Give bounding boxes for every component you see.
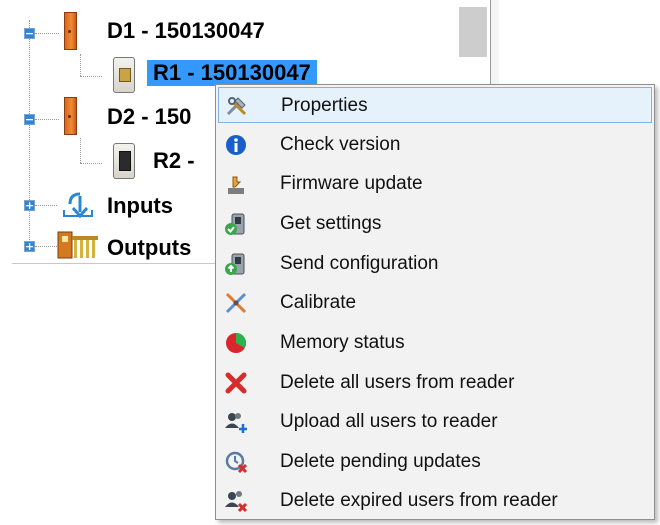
menu-item-label: Calibrate bbox=[280, 292, 357, 313]
tree-connector bbox=[35, 119, 59, 120]
menu-item-firmware-update[interactable]: Firmware update bbox=[218, 166, 652, 202]
context-menu: Properties Check version Firmware update… bbox=[215, 84, 655, 520]
menu-item-memory-status[interactable]: Memory status bbox=[218, 325, 652, 361]
menu-item-calibrate[interactable]: Calibrate bbox=[218, 285, 652, 321]
menu-item-label: Delete pending updates bbox=[280, 451, 481, 472]
collapse-d1-toggle[interactable]: − bbox=[24, 28, 35, 39]
tree-node-r1-selected[interactable]: R1 - 150130047 bbox=[147, 60, 317, 86]
menu-item-label: Upload all users to reader bbox=[280, 411, 498, 432]
menu-item-get-settings[interactable]: Get settings bbox=[218, 206, 652, 242]
tree-node-r2[interactable]: R2 - bbox=[153, 148, 195, 174]
inputs-icon bbox=[63, 192, 93, 219]
tree-connector bbox=[80, 138, 81, 163]
delete-pending-icon bbox=[225, 451, 248, 474]
delete-x-icon bbox=[225, 372, 247, 394]
menu-item-delete-expired-users[interactable]: Delete expired users from reader bbox=[218, 483, 652, 519]
menu-item-label: Check version bbox=[280, 134, 401, 155]
menu-item-label: Send configuration bbox=[280, 253, 439, 274]
tree-connector bbox=[80, 76, 102, 77]
door-icon bbox=[64, 97, 77, 135]
menu-item-label: Firmware update bbox=[280, 173, 423, 194]
delete-expired-users-icon bbox=[225, 491, 248, 513]
tree-scroll-thumb[interactable] bbox=[459, 7, 487, 57]
tree-connector bbox=[29, 20, 30, 250]
menu-item-delete-pending-updates[interactable]: Delete pending updates bbox=[218, 444, 652, 480]
firmware-icon bbox=[228, 176, 244, 194]
users-upload-icon bbox=[225, 413, 247, 433]
menu-item-send-configuration[interactable]: Send configuration bbox=[218, 246, 652, 282]
menu-item-label: Memory status bbox=[280, 332, 405, 353]
menu-item-label: Delete all users from reader bbox=[280, 372, 515, 393]
tree-node-outputs[interactable]: Outputs bbox=[107, 235, 191, 261]
get-settings-icon bbox=[225, 213, 245, 235]
reader-icon bbox=[113, 57, 135, 93]
tree-node-d2[interactable]: D2 - 150 bbox=[107, 104, 191, 130]
collapse-d2-toggle[interactable]: − bbox=[24, 114, 35, 125]
menu-item-check-version[interactable]: Check version bbox=[218, 127, 652, 163]
menu-item-delete-all-users[interactable]: Delete all users from reader bbox=[218, 365, 652, 401]
menu-item-label: Properties bbox=[281, 95, 368, 116]
calibrate-icon bbox=[225, 292, 247, 314]
tree-connector bbox=[35, 205, 57, 206]
menu-item-label: Delete expired users from reader bbox=[280, 490, 558, 511]
tree-connector bbox=[80, 163, 102, 164]
outputs-icon bbox=[57, 231, 98, 259]
expand-outputs-toggle[interactable]: + bbox=[24, 241, 35, 252]
menu-item-properties[interactable]: Properties bbox=[218, 87, 652, 123]
expand-inputs-toggle[interactable]: + bbox=[24, 200, 35, 211]
tree-connector bbox=[35, 246, 57, 247]
info-icon bbox=[226, 135, 246, 155]
tree-node-d1[interactable]: D1 - 150130047 bbox=[107, 18, 265, 44]
menu-item-upload-all-users[interactable]: Upload all users to reader bbox=[218, 404, 652, 440]
reader-icon bbox=[113, 143, 135, 179]
send-config-icon bbox=[225, 253, 245, 275]
tree-node-inputs[interactable]: Inputs bbox=[107, 193, 173, 219]
tools-icon bbox=[226, 97, 247, 116]
door-icon bbox=[64, 12, 77, 50]
tree-connector bbox=[80, 54, 81, 76]
tree-connector bbox=[35, 33, 59, 34]
menu-item-label: Get settings bbox=[280, 213, 382, 234]
memory-pie-icon bbox=[226, 332, 247, 353]
